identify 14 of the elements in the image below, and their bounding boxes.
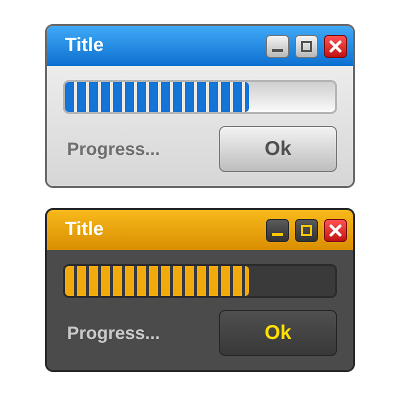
ok-button[interactable]: Ok <box>219 126 337 172</box>
window-title: Title <box>65 218 104 242</box>
minimize-button[interactable] <box>266 218 289 242</box>
close-icon <box>329 40 342 52</box>
close-icon <box>329 224 342 236</box>
maximize-button[interactable] <box>295 34 318 58</box>
maximize-button[interactable] <box>295 218 318 242</box>
close-button[interactable] <box>324 34 347 58</box>
close-button[interactable] <box>324 218 347 242</box>
status-text: Progress... <box>66 138 160 161</box>
ok-button[interactable]: Ok <box>219 310 337 356</box>
status-text: Progress... <box>66 322 160 345</box>
window-title: Title <box>65 34 104 58</box>
minimize-button[interactable] <box>266 34 289 58</box>
